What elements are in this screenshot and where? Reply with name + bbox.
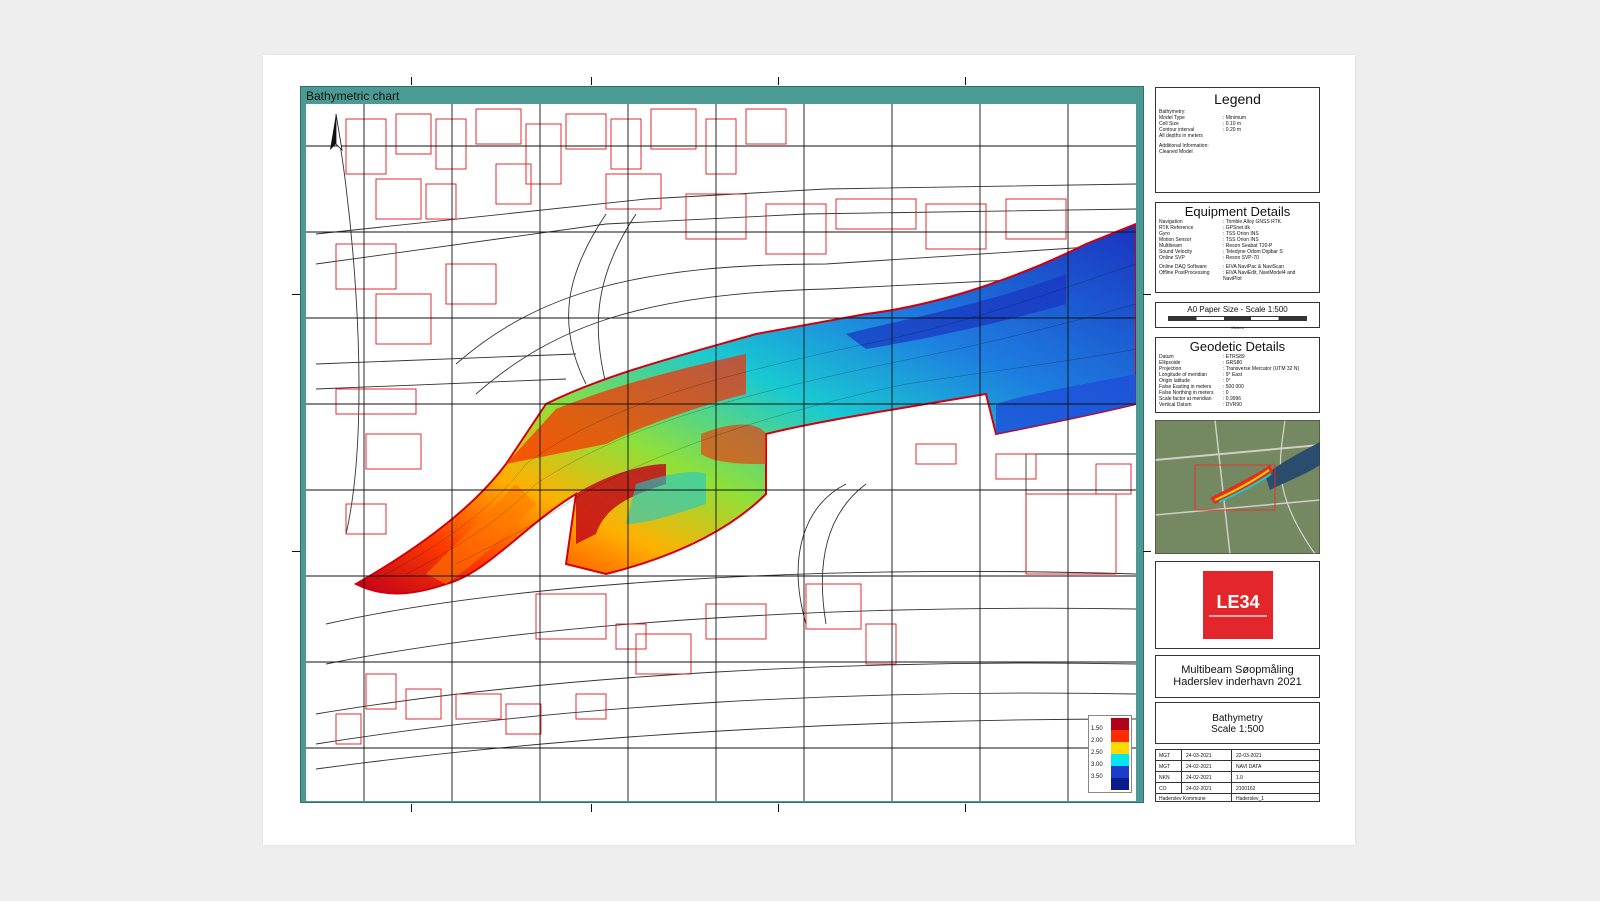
tb-cell: 24-02-2021 <box>1186 764 1212 770</box>
tb-cell: MGT <box>1159 764 1171 770</box>
depth-label: 3.50 <box>1091 774 1103 780</box>
depth-label: 3.00 <box>1091 762 1103 768</box>
overview-map[interactable] <box>1155 420 1320 554</box>
geodetic-title: Geodetic Details <box>1189 339 1286 354</box>
frame-tick <box>965 77 966 85</box>
frame-tick <box>1143 551 1151 552</box>
frame-tick <box>411 77 412 85</box>
title-block: MGT 24-03-2021 22-03-2021 MGT 24-02-2021… <box>1155 749 1320 802</box>
depth-label: 2.50 <box>1091 750 1103 756</box>
equipment-value: : Reson SVP-70 <box>1223 255 1259 261</box>
depth-swatch <box>1111 778 1129 790</box>
geodetic-panel: Geodetic Details Datum: ETRS89 Ellipsoid… <box>1155 337 1320 413</box>
frame-tick <box>778 77 779 85</box>
depth-color-scale: 1.50 2.00 2.50 3.00 3.50 <box>1088 715 1132 793</box>
geodetic-key: Vertical Datum <box>1159 402 1192 408</box>
frame-tick <box>411 804 412 812</box>
tb-cell: 1.0 <box>1236 775 1243 781</box>
company-logo: LE34 <box>1203 571 1273 639</box>
map-title: Bathymetric chart <box>306 89 400 103</box>
drawing-line1: Bathymetry <box>1212 713 1263 724</box>
equipment-key: Offline PostProcessing <box>1159 270 1210 276</box>
legend-additional-value: Cleaned Model <box>1159 149 1193 155</box>
project-line2: Haderslev inderhavn 2021 <box>1173 676 1302 688</box>
frame-tick <box>292 551 300 552</box>
tb-cell: 2100162 <box>1236 786 1256 792</box>
legend-title: Legend <box>1214 91 1261 107</box>
tb-cell: 24-02-2021 <box>1186 786 1212 792</box>
frame-tick <box>778 804 779 812</box>
tb-cell: CO <box>1159 786 1167 792</box>
drawing-line2: Scale 1:500 <box>1211 724 1264 735</box>
tb-cell: 24-02-2021 <box>1186 775 1212 781</box>
tb-cell: 22-03-2021 <box>1236 753 1262 759</box>
depth-swatch <box>1111 730 1129 742</box>
logo-tagline-bar <box>1209 615 1267 617</box>
equipment-title: Equipment Details <box>1184 204 1291 219</box>
tb-cell: NAVI DATA <box>1236 764 1262 770</box>
logo-text: LE34 <box>1216 592 1260 612</box>
project-panel: Multibeam Søopmåling Haderslev inderhavn… <box>1155 655 1320 698</box>
scale-bar-panel: A0 Paper Size - Scale 1:500 Meters <box>1155 302 1320 330</box>
legend-key: All depths in meters <box>1159 133 1203 139</box>
scale-bar-label: A0 Paper Size - Scale 1:500 <box>1187 305 1288 314</box>
depth-swatch <box>1111 754 1129 766</box>
depth-swatch <box>1111 718 1129 730</box>
depth-label: 2.00 <box>1091 738 1103 744</box>
tb-cell: Haderslev_1 <box>1236 796 1265 802</box>
frame-tick <box>591 804 592 812</box>
tb-cell: MGT <box>1159 753 1171 759</box>
project-line1: Multibeam Søopmåling <box>1181 664 1294 676</box>
tb-cell: NKN <box>1159 775 1170 781</box>
frame-tick <box>591 77 592 85</box>
depth-swatch <box>1111 742 1129 754</box>
frame-tick <box>965 804 966 812</box>
bathymetric-map[interactable] <box>306 104 1136 801</box>
tb-cell: Haderslev Kommune <box>1159 796 1206 802</box>
equipment-value: : EIVA NaviEdit, NaviModel4 and NaviPlot <box>1223 270 1296 282</box>
scale-bar-unit: Meters <box>1231 325 1244 330</box>
legend-value: : 0.20 m <box>1223 127 1242 133</box>
frame-tick <box>292 294 300 295</box>
drawing-panel: Bathymetry Scale 1:500 <box>1155 702 1320 744</box>
equipment-key: Online SVP <box>1159 255 1185 261</box>
geodetic-value: : DVR90 <box>1223 402 1242 408</box>
scale-bar-graphic <box>1168 316 1307 321</box>
tb-cell: 24-03-2021 <box>1186 753 1212 759</box>
depth-label: 1.50 <box>1091 726 1103 732</box>
equipment-panel: Equipment Details Navigation: Trimble Al… <box>1155 202 1320 293</box>
frame-tick <box>1143 294 1151 295</box>
legend-panel: Legend Bathymetry: Model Type: Minimum C… <box>1155 87 1320 193</box>
depth-swatch <box>1111 766 1129 778</box>
